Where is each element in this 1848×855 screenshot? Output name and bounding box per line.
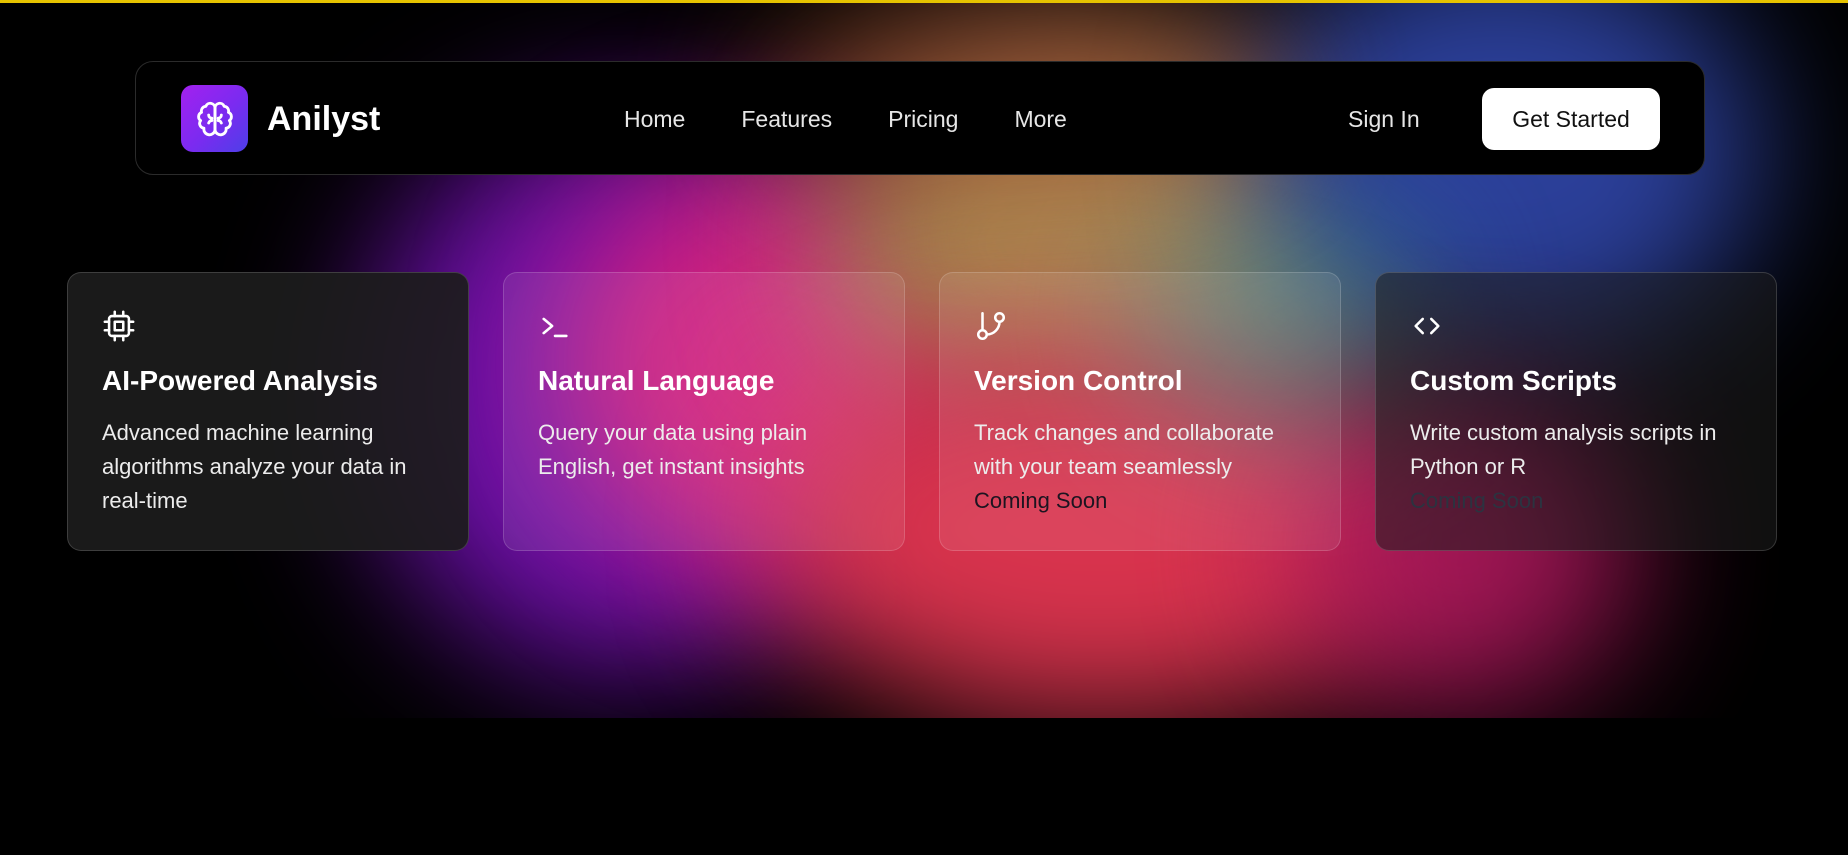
feature-card-natural-language: Natural Language Query your data using p…	[503, 272, 905, 551]
coming-soon-badge: Coming Soon	[974, 488, 1108, 513]
coming-soon-badge: Coming Soon	[1410, 488, 1544, 513]
feature-title: AI-Powered Analysis	[102, 365, 378, 396]
git-branch-icon	[976, 311, 1006, 341]
nav-link-more[interactable]: More	[1014, 106, 1066, 133]
feature-title: Version Control	[974, 365, 1183, 396]
feature-card-ai-analysis: AI-Powered Analysis Advanced machine lea…	[67, 272, 469, 551]
cpu-icon	[103, 310, 135, 342]
feature-title: Natural Language	[538, 365, 775, 396]
sign-in-link[interactable]: Sign In	[1348, 95, 1420, 143]
nav-links: Home Features Pricing More	[624, 95, 1123, 143]
feature-card-custom-scripts: Custom Scripts Write custom analysis scr…	[1375, 272, 1777, 551]
nav-link-home[interactable]: Home	[624, 106, 685, 133]
feature-description-text: Advanced machine learning algorithms ana…	[102, 420, 407, 513]
nav-link-features[interactable]: Features	[741, 106, 832, 133]
nav-link-pricing[interactable]: Pricing	[888, 106, 958, 133]
brain-icon	[196, 101, 233, 136]
feature-description: Query your data using plain English, get…	[538, 416, 878, 484]
feature-title: Custom Scripts	[1410, 365, 1617, 396]
feature-description-text: Track changes and collaborate with your …	[974, 420, 1275, 479]
feature-card-version-control: Version Control Track changes and collab…	[939, 272, 1341, 551]
feature-description-text: Write custom analysis scripts in Python …	[1410, 420, 1717, 479]
terminal-icon	[542, 317, 568, 338]
landing-page: Anilyst Home Features Pricing More Sign …	[0, 0, 1848, 855]
top-navbar: Anilyst Home Features Pricing More Sign …	[135, 61, 1705, 175]
code-icon	[1414, 317, 1440, 335]
logo[interactable]	[181, 85, 248, 152]
feature-description-text: Query your data using plain English, get…	[538, 420, 808, 479]
brand-name[interactable]: Anilyst	[267, 93, 380, 145]
feature-description: Track changes and collaborate with your …	[974, 416, 1314, 518]
get-started-button[interactable]: Get Started	[1482, 88, 1660, 150]
feature-description: Advanced machine learning algorithms ana…	[102, 416, 442, 518]
feature-description: Write custom analysis scripts in Python …	[1410, 416, 1750, 518]
